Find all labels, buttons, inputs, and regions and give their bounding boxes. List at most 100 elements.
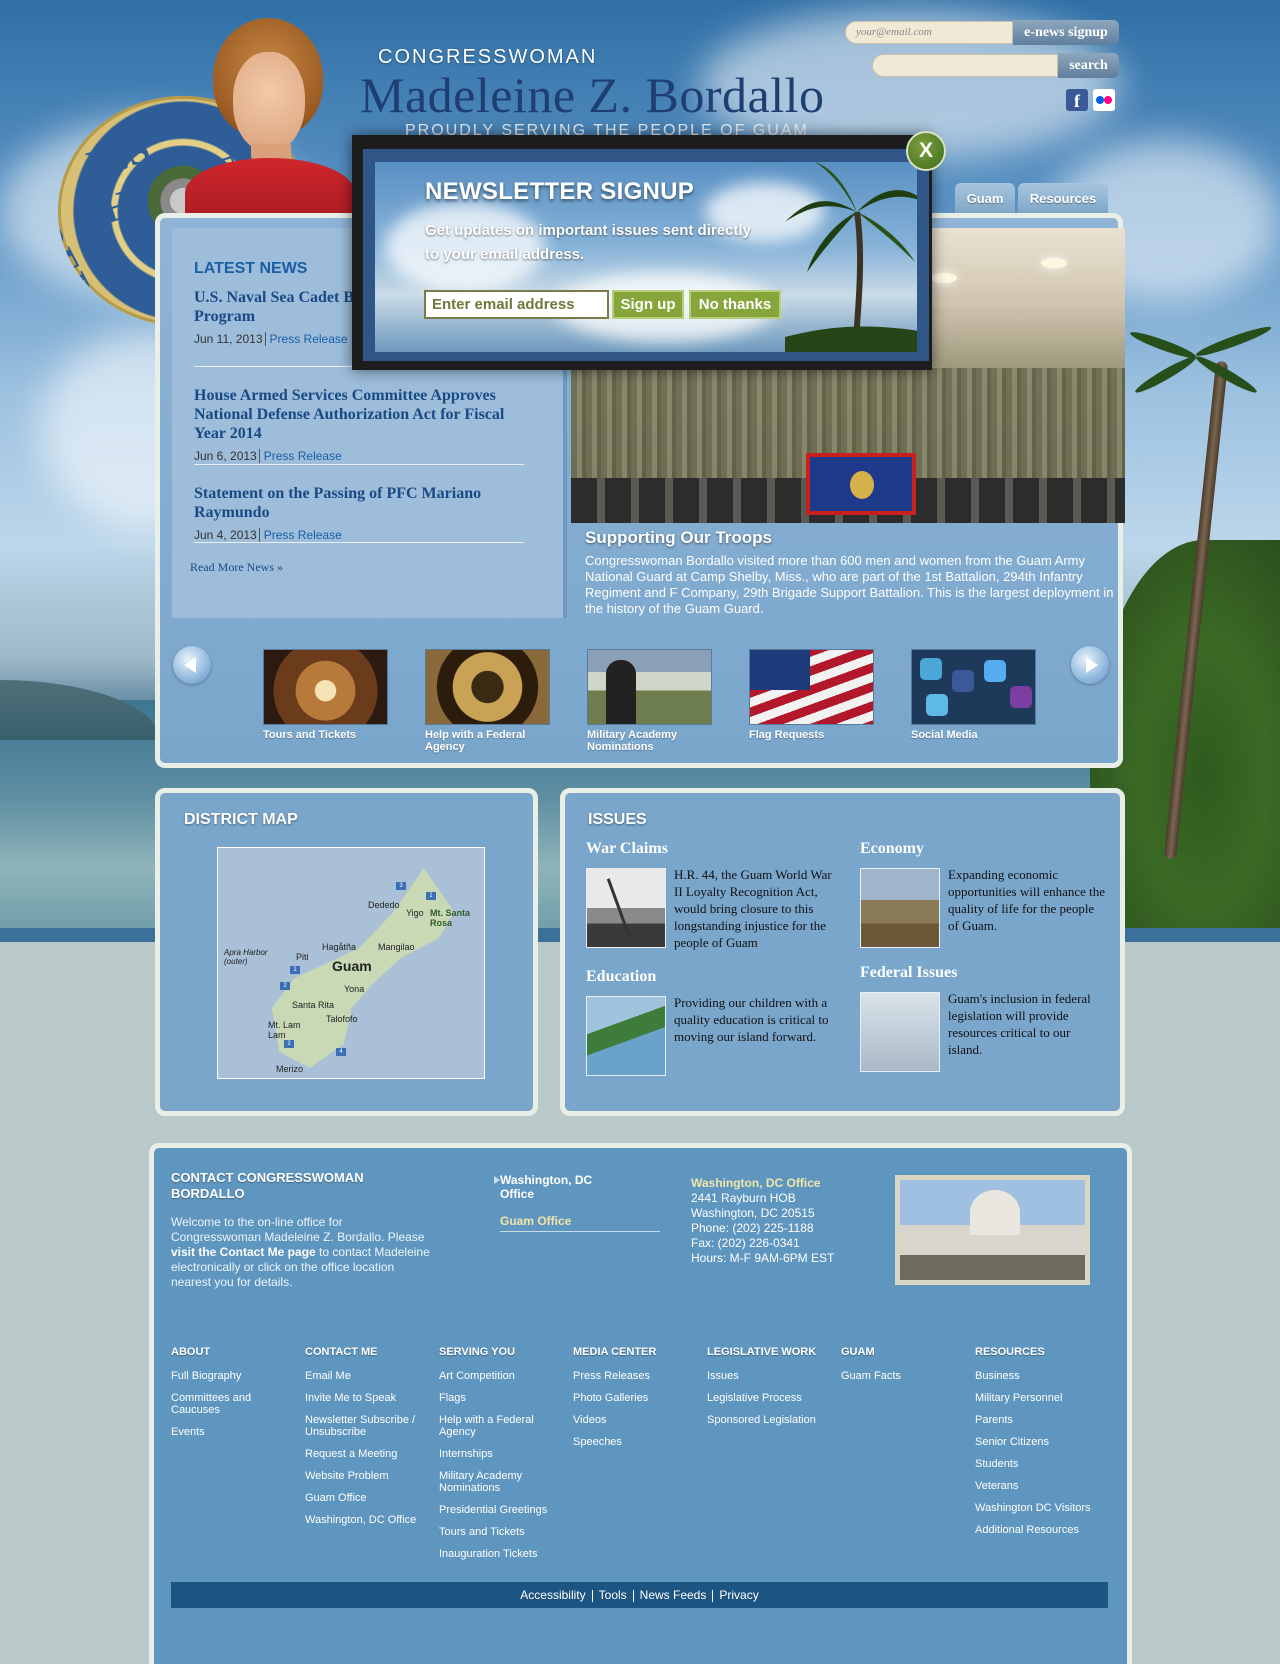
office-tab-guam[interactable]: Guam Office xyxy=(500,1214,571,1228)
district-map[interactable]: Dededo Yigo Mt. Santa Rosa Hagåtña Mangi… xyxy=(217,847,485,1079)
accessibility-link[interactable]: Accessibility xyxy=(520,1588,585,1602)
contact-me-page-link[interactable]: visit the Contact Me page xyxy=(171,1245,316,1259)
footer-link[interactable]: Sponsored Legislation xyxy=(707,1414,827,1426)
news-item-title[interactable]: House Armed Services Committee Approves … xyxy=(194,386,524,443)
news-item-title[interactable]: Statement on the Passing of PFC Mariano … xyxy=(194,484,524,522)
footer-link[interactable]: Inauguration Tickets xyxy=(439,1548,559,1560)
address-phone: Phone: (202) 225-1188 xyxy=(691,1221,814,1235)
messenger-icon xyxy=(926,694,948,716)
news-item-type-link[interactable]: Press Release xyxy=(258,528,342,542)
read-more-news-link[interactable]: Read More News » xyxy=(190,560,283,575)
footer-link[interactable]: Issues xyxy=(707,1370,827,1382)
flickr-icon[interactable] xyxy=(1093,89,1115,111)
footer-link[interactable]: Full Biography xyxy=(171,1370,291,1382)
map-pin: 1 xyxy=(426,892,436,900)
carousel-label[interactable]: Flag Requests xyxy=(749,729,889,741)
nav-tab-resources[interactable]: Resources xyxy=(1018,183,1108,213)
carousel-thumb-tours[interactable] xyxy=(263,649,388,725)
issue-title[interactable]: Economy xyxy=(860,840,924,858)
footer-link[interactable]: Photo Galleries xyxy=(573,1392,693,1404)
footer-link[interactable]: Website Problem xyxy=(305,1470,425,1482)
search-input[interactable] xyxy=(872,54,1058,77)
footer-link[interactable]: Legislative Process xyxy=(707,1392,827,1404)
footer-link[interactable]: Request a Meeting xyxy=(305,1448,425,1460)
footer-link[interactable]: Invite Me to Speak xyxy=(305,1392,425,1404)
newsletter-email-input[interactable]: Enter email address xyxy=(424,290,609,319)
carousel-label[interactable]: Military Academy Nominations xyxy=(587,729,727,753)
enews-signup-button[interactable]: e-news signup xyxy=(1013,20,1119,45)
carousel-prev-arrow-icon[interactable] xyxy=(173,646,211,684)
map-label: Apra Harbor (outer) xyxy=(224,948,268,966)
enews-email-input[interactable]: your@email.com xyxy=(845,21,1013,44)
issue-image-war-claims[interactable] xyxy=(586,868,666,948)
map-label: Mangilao xyxy=(378,942,415,952)
carousel-thumb-social-media[interactable] xyxy=(911,649,1036,725)
footer-link[interactable]: Newsletter Subscribe / Unsubscribe xyxy=(305,1414,425,1438)
footer-link[interactable]: Speeches xyxy=(573,1436,693,1448)
news-item-type-link[interactable]: Press Release xyxy=(264,332,348,346)
privacy-link[interactable]: Privacy xyxy=(719,1588,758,1602)
footer-link[interactable]: Guam Facts xyxy=(841,1370,961,1382)
footer-link[interactable]: Washington DC Visitors xyxy=(975,1502,1095,1514)
issue-title[interactable]: War Claims xyxy=(586,840,668,858)
footer-column-heading[interactable]: CONTACT ME xyxy=(305,1346,378,1358)
footer-link[interactable]: Press Releases xyxy=(573,1370,693,1382)
footer-link[interactable]: Presidential Greetings xyxy=(439,1504,559,1516)
footer-link[interactable]: Art Competition xyxy=(439,1370,559,1382)
footer-column-heading[interactable]: GUAM xyxy=(841,1346,875,1358)
carousel-thumb-military-academy[interactable] xyxy=(587,649,712,725)
footer-link[interactable]: Washington, DC Office xyxy=(305,1514,425,1526)
footer-link[interactable]: Business xyxy=(975,1370,1095,1382)
issue-image-federal-issues[interactable] xyxy=(860,992,940,1072)
nav-tab-guam[interactable]: Guam xyxy=(955,183,1015,213)
footer-link[interactable]: Tours and Tickets xyxy=(439,1526,559,1538)
footer-column-heading[interactable]: ABOUT xyxy=(171,1346,210,1358)
issues-panel: ISSUES War Claims H.R. 44, the Guam Worl… xyxy=(560,788,1125,1116)
footer-link[interactable]: Guam Office xyxy=(305,1492,425,1504)
newsletter-no-thanks-button[interactable]: No thanks xyxy=(689,290,781,319)
carousel-thumb-flag-requests[interactable] xyxy=(749,649,874,725)
issue-title[interactable]: Education xyxy=(586,968,656,986)
search-button[interactable]: search xyxy=(1058,53,1119,78)
close-icon[interactable]: X xyxy=(906,131,946,171)
map-pin: 2 xyxy=(284,1040,294,1048)
seal-text-bottom: REPRESE xyxy=(58,214,154,326)
footer-link[interactable]: Internships xyxy=(439,1448,559,1460)
feature-title[interactable]: Supporting Our Troops xyxy=(585,528,772,548)
footer-link[interactable]: Veterans xyxy=(975,1480,1095,1492)
footer-link[interactable]: Flags xyxy=(439,1392,559,1404)
footer-link[interactable]: Senior Citizens xyxy=(975,1436,1095,1448)
carousel-label[interactable]: Tours and Tickets xyxy=(263,729,403,741)
tools-link[interactable]: Tools xyxy=(599,1588,627,1602)
office-tab-dc[interactable]: Washington, DC Office xyxy=(500,1173,610,1201)
footer-link[interactable]: Committees and Caucuses xyxy=(171,1392,291,1416)
footer-link[interactable]: Military Personnel xyxy=(975,1392,1095,1404)
facebook-icon[interactable]: f xyxy=(1066,89,1088,111)
header-name[interactable]: Madeleine Z. Bordallo xyxy=(360,66,825,124)
separator xyxy=(591,1589,593,1602)
footer-column-heading[interactable]: SERVING YOU xyxy=(439,1346,515,1358)
footer-link[interactable]: Events xyxy=(171,1426,291,1438)
newsletter-signup-button[interactable]: Sign up xyxy=(612,290,684,319)
issue-title[interactable]: Federal Issues xyxy=(860,964,957,982)
footer-link[interactable]: Additional Resources xyxy=(975,1524,1095,1536)
footer-link[interactable]: Military Academy Nominations xyxy=(439,1470,559,1494)
footer-link[interactable]: Email Me xyxy=(305,1370,425,1382)
issue-image-education[interactable] xyxy=(586,996,666,1076)
news-item-type-link[interactable]: Press Release xyxy=(258,449,342,463)
carousel-next-arrow-icon[interactable] xyxy=(1071,646,1109,684)
news-feeds-link[interactable]: News Feeds xyxy=(640,1588,707,1602)
carousel-thumb-federal-agency[interactable] xyxy=(425,649,550,725)
footer-column-heading[interactable]: MEDIA CENTER xyxy=(573,1346,656,1358)
map-label: Guam xyxy=(332,958,372,974)
carousel-label[interactable]: Help with a Federal Agency xyxy=(425,729,565,753)
footer-link[interactable]: Parents xyxy=(975,1414,1095,1426)
map-label: Talofofo xyxy=(326,1014,358,1024)
footer-column-heading[interactable]: LEGISLATIVE WORK xyxy=(707,1346,816,1358)
footer-column-heading[interactable]: RESOURCES xyxy=(975,1346,1045,1358)
footer-link[interactable]: Videos xyxy=(573,1414,693,1426)
footer-link[interactable]: Students xyxy=(975,1458,1095,1470)
issue-image-economy[interactable] xyxy=(860,868,940,948)
carousel-label[interactable]: Social Media xyxy=(911,729,1051,741)
footer-link[interactable]: Help with a Federal Agency xyxy=(439,1414,559,1438)
